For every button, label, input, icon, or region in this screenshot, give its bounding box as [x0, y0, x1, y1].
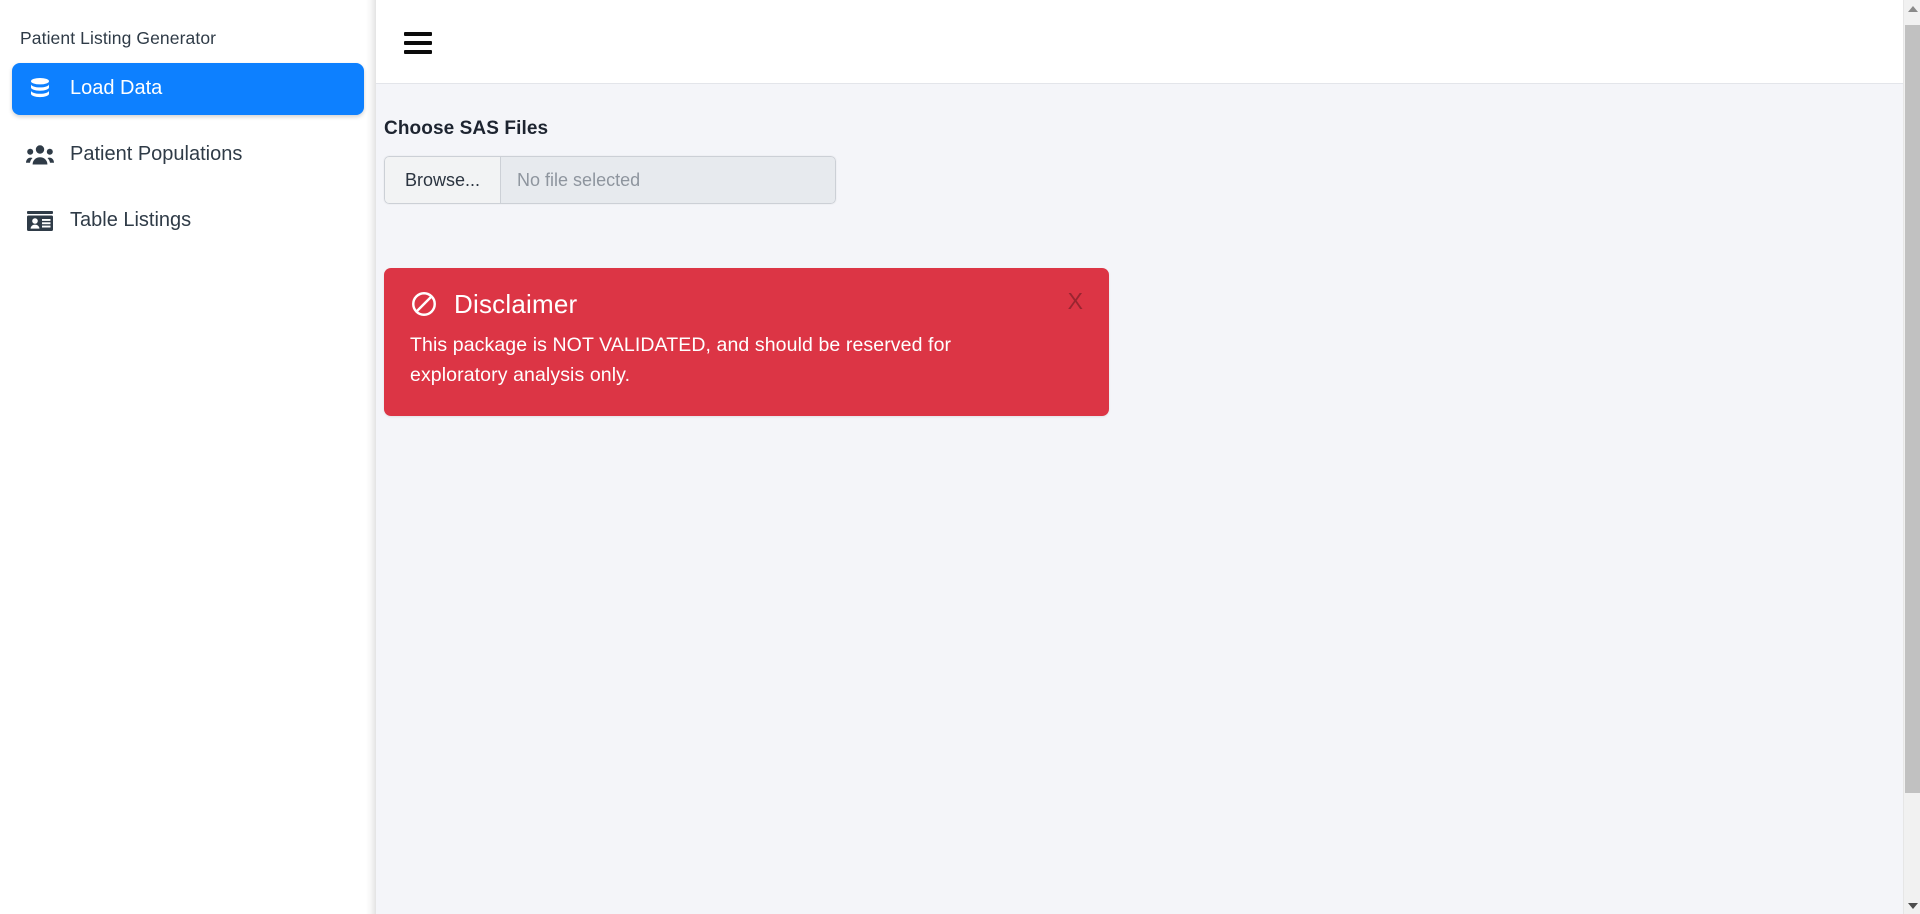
main-panel: Choose SAS Files Browse... No file selec… — [376, 0, 1920, 914]
sidebar-item-patient-populations[interactable]: Patient Populations — [12, 129, 364, 181]
sidebar-item-load-data[interactable]: Load Data — [12, 63, 364, 115]
browse-button[interactable]: Browse... — [384, 156, 501, 204]
id-card-icon — [26, 208, 54, 234]
scrollbar-thumb[interactable] — [1905, 25, 1920, 793]
sidebar: Patient Listing Generator Load Data Pati… — [0, 0, 376, 914]
close-icon[interactable]: X — [1068, 290, 1083, 313]
selected-file-name[interactable]: No file selected — [500, 156, 836, 204]
scrollbar-track[interactable] — [1904, 17, 1920, 897]
top-bar — [376, 0, 1920, 84]
ban-icon — [410, 290, 438, 318]
alert-header: Disclaimer — [410, 290, 1083, 318]
hamburger-bar — [404, 40, 432, 45]
app-root: Patient Listing Generator Load Data Pati… — [0, 0, 1920, 914]
database-icon — [26, 76, 54, 102]
alert-message: This package is NOT VALIDATED, and shoul… — [410, 334, 952, 387]
vertical-scrollbar[interactable] — [1903, 0, 1920, 914]
app-title: Patient Listing Generator — [20, 28, 217, 48]
disclaimer-alert: Disclaimer This package is NOT VALIDATED… — [384, 268, 1109, 417]
hamburger-menu-icon[interactable] — [404, 29, 434, 55]
file-field-label: Choose SAS Files — [384, 118, 549, 139]
sidebar-item-table-listings[interactable]: Table Listings — [12, 195, 364, 247]
sas-file-input[interactable]: Browse... No file selected — [384, 156, 836, 204]
scroll-down-button[interactable] — [1904, 897, 1920, 914]
alert-title: Disclaimer — [454, 289, 578, 319]
sidebar-item-label: Load Data — [70, 77, 163, 99]
sidebar-item-label: Table Listings — [70, 209, 192, 231]
users-icon — [26, 142, 54, 168]
sidebar-item-label: Patient Populations — [70, 143, 243, 165]
hamburger-bar — [404, 49, 432, 54]
hamburger-bar — [404, 31, 432, 36]
sidebar-nav: Load Data Patient Populations Table List… — [0, 63, 376, 247]
scroll-up-button[interactable] — [1904, 0, 1920, 17]
caret-down-icon — [1907, 902, 1918, 909]
content-area: Choose SAS Files Browse... No file selec… — [376, 84, 1920, 914]
caret-up-icon — [1907, 5, 1918, 12]
